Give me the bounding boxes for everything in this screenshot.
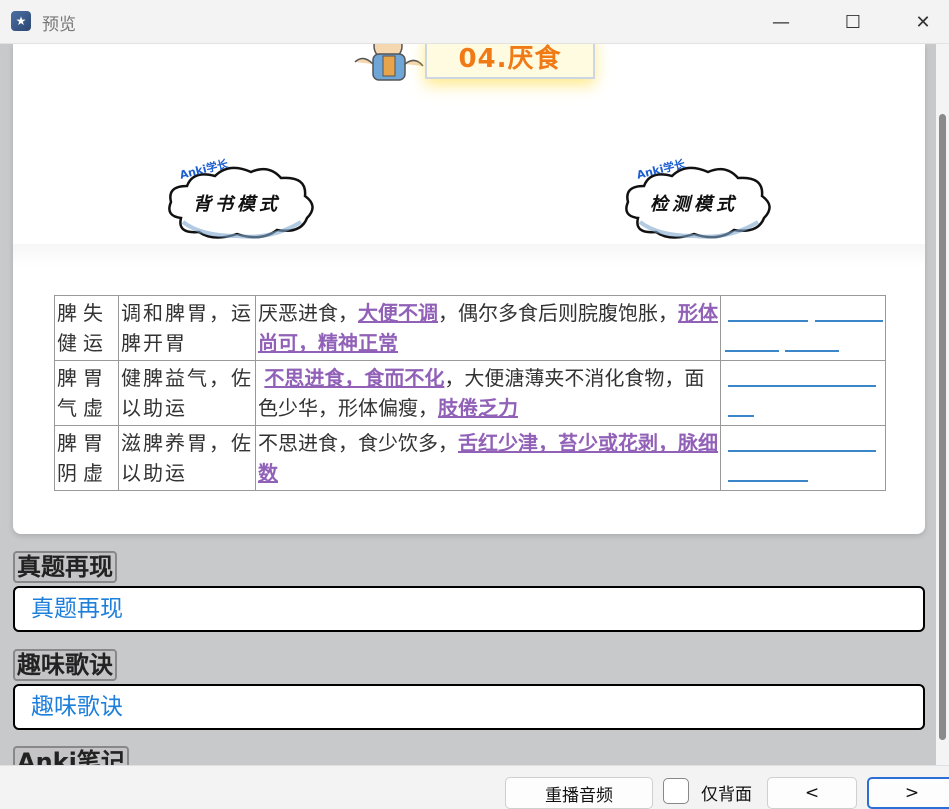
gejue-link[interactable]: 趣味歌诀 xyxy=(13,684,925,730)
test-mode-button[interactable]: Anki学长 检测模式 xyxy=(618,156,778,246)
topic-title: 04.厌食 xyxy=(458,44,562,74)
symptom-text: 不思进食，食少饮多， xyxy=(258,431,458,455)
section-heading-notes: Anki笔记 xyxy=(13,746,129,765)
vertical-scrollbar[interactable] xyxy=(936,44,949,765)
treatment-cell: 健脾益气，佐以助运 xyxy=(118,360,256,426)
scrollbar-thumb[interactable] xyxy=(939,114,946,740)
back-only-checkbox[interactable] xyxy=(663,778,689,804)
symptom-text: 厌恶进食， xyxy=(258,301,358,325)
table-row: 脾胃气虚 健脾益气，佐以助运 不思进食，食而不化，大便溏薄夹不消化食物，面色少华… xyxy=(54,360,886,426)
title-bar: ★ 预览 — ☐ ✕ xyxy=(0,0,949,44)
table-row: 脾失健运 调和脾胃，运脾开胃 厌恶进食，大便不调，偶尔多食后则脘腹饱胀，形体尚可… xyxy=(54,295,886,361)
replay-audio-button[interactable]: 重播音频 xyxy=(505,777,653,809)
cartoon-character-icon xyxy=(354,44,424,81)
back-only-label: 仅背面 xyxy=(701,785,752,805)
cloud-label: 检测模式 xyxy=(650,194,738,215)
syndrome-cell: 脾胃阴虚 xyxy=(54,425,119,491)
symptom-highlight: 大便不调 xyxy=(358,301,438,325)
divider xyxy=(13,244,925,268)
symptom-highlight: 肢倦乏力 xyxy=(438,396,518,420)
card-front: 04.厌食 Anki学长 背书模式 Anki学长 检测模式 脾失健运 调和脾胃，… xyxy=(13,44,925,534)
answer-blank-cell[interactable] xyxy=(720,295,886,361)
symptom-cell: 不思进食，食而不化，大便溏薄夹不消化食物，面色少华，形体偏瘦，肢倦乏力 xyxy=(255,360,721,426)
treatment-cell: 调和脾胃，运脾开胃 xyxy=(118,295,256,361)
answer-blank-cell[interactable] xyxy=(720,360,886,426)
syndrome-cell: 脾失健运 xyxy=(54,295,119,361)
symptom-text: ，偶尔多食后则脘腹饱胀， xyxy=(438,301,678,325)
zhenti-link[interactable]: 真题再现 xyxy=(13,586,925,632)
syndrome-table: 脾失健运 调和脾胃，运脾开胃 厌恶进食，大便不调，偶尔多食后则脘腹饱胀，形体尚可… xyxy=(54,295,886,491)
cloud-label: 背书模式 xyxy=(193,194,281,215)
window-title: 预览 xyxy=(42,15,76,35)
section-heading-zhenti: 真题再现 xyxy=(13,551,117,583)
section-heading-gejue: 趣味歌诀 xyxy=(13,649,117,681)
maximize-button[interactable]: ☐ xyxy=(830,6,876,38)
app-icon: ★ xyxy=(11,11,31,31)
close-button[interactable]: ✕ xyxy=(900,6,946,38)
bottom-toolbar: 重播音频 仅背面 < > xyxy=(0,765,949,809)
previous-button[interactable]: < xyxy=(767,777,857,809)
next-button[interactable]: > xyxy=(867,777,949,809)
syndrome-cell: 脾胃气虚 xyxy=(54,360,119,426)
treatment-cell: 滋脾养胃，佐以助运 xyxy=(118,425,256,491)
card-content[interactable]: 04.厌食 Anki学长 背书模式 Anki学长 检测模式 脾失健运 调和脾胃，… xyxy=(0,44,936,765)
topic-title-box: 04.厌食 xyxy=(425,44,595,79)
symptom-highlight: 不思进食，食而不化 xyxy=(264,366,445,390)
symptom-cell: 厌恶进食，大便不调，偶尔多食后则脘腹饱胀，形体尚可，精神正常 xyxy=(255,295,721,361)
answer-blank-cell[interactable] xyxy=(720,425,886,491)
symptom-cell: 不思进食，食少饮多，舌红少津，苔少或花剥，脉细数 xyxy=(255,425,721,491)
recite-mode-button[interactable]: Anki学长 背书模式 xyxy=(161,156,321,246)
table-row: 脾胃阴虚 滋脾养胃，佐以助运 不思进食，食少饮多，舌红少津，苔少或花剥，脉细数 xyxy=(54,425,886,491)
minimize-button[interactable]: — xyxy=(758,6,804,38)
